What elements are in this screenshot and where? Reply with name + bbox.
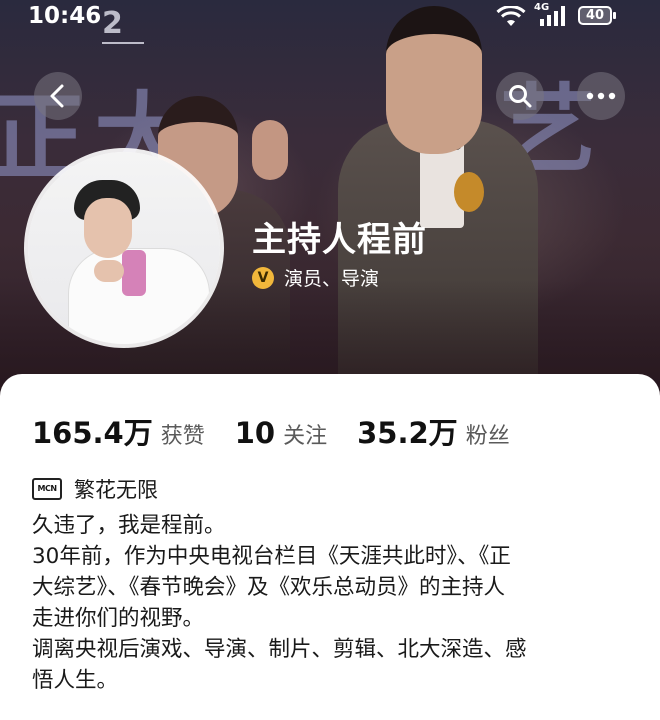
verified-badge-icon: V [252,266,274,289]
cover-figure [454,172,484,212]
stat-following[interactable]: 10 关注 [235,416,327,450]
battery-level: 40 [585,8,605,23]
avatar-figure [94,260,124,282]
profile-role: 演员、导演 [284,268,380,290]
search-icon [509,85,532,108]
stat-label: 粉丝 [465,424,510,449]
mcn-icon: MCN [32,478,62,500]
cover-figure [252,120,288,180]
bio-line: 久违了，我是程前。 [32,513,226,538]
profile-name: 主持人程前 [252,220,427,260]
search-button[interactable] [496,72,544,120]
stat-likes[interactable]: 165.4万 获赞 [32,410,205,452]
stat-label: 关注 [283,424,328,449]
battery-icon: 40 [578,6,612,25]
wifi-icon [496,6,526,26]
status-bar: 10:46 2 4G 40 [0,0,660,44]
profile-info-card: 165.4万 获赞 10 关注 35.2万 粉丝 MCN 繁花无限 久违了，我是… [0,374,660,720]
stat-value: 10 [234,416,276,450]
cell-signal-icon [540,6,565,26]
chevron-left-icon [50,84,64,108]
bio-line: 30年前，作为中央电视台栏目《天涯共此时》、《正 [32,544,511,569]
stats-row: 165.4万 获赞 10 关注 35.2万 粉丝 [32,410,540,452]
battery-cap [613,12,616,19]
avatar[interactable] [28,152,220,344]
mcn-row[interactable]: MCN 繁花无限 [32,474,158,504]
bio-line: 悟人生。 [32,668,119,693]
avatar-figure [84,198,132,258]
stat-value: 35.2万 [357,416,458,450]
stat-followers[interactable]: 35.2万 粉丝 [357,410,510,452]
mcn-name: 繁花无限 [74,478,158,502]
stat-value: 165.4万 [32,416,153,450]
profile-bio: 久违了，我是程前。 30年前，作为中央电视台栏目《天涯共此时》、《正 大综艺》、… [32,510,632,696]
bio-line: 调离央视后演戏、导演、制片、剪辑、北大深造、感 [32,637,527,662]
bio-line: 大综艺》、《春节晚会》及《欢乐总动员》的主持人 [32,575,506,600]
verification-row: V 演员、导演 [252,264,379,291]
back-button[interactable] [34,72,82,120]
status-time: 10:46 [28,3,102,29]
channel-logo: 2 [102,6,144,44]
more-dots-icon [586,92,616,100]
more-button[interactable] [577,72,625,120]
stat-label: 获赞 [160,424,205,449]
avatar-figure [122,250,146,296]
bio-line: 走进你们的视野。 [32,606,205,631]
